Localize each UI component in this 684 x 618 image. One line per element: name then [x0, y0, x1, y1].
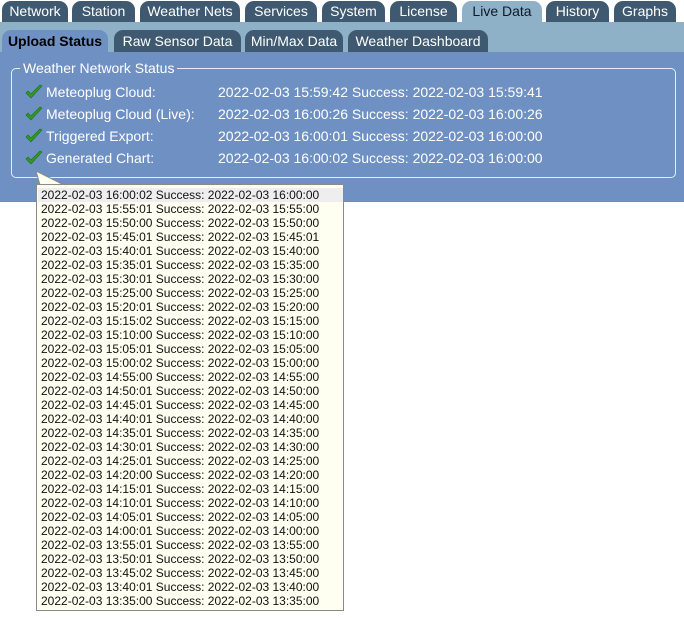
history-entry: 2022-02-03 13:45:02 Success: 2022-02-03 … — [41, 566, 320, 580]
check-icon — [25, 128, 43, 143]
tab-network[interactable]: Network — [2, 1, 68, 22]
status-row-value: 2022-02-03 16:00:01 Success: 2022-02-03 … — [218, 128, 543, 144]
subtab-weather-dashboard[interactable]: Weather Dashboard — [348, 30, 488, 52]
history-entry: 2022-02-03 14:00:01 Success: 2022-02-03 … — [41, 524, 320, 538]
status-row-name[interactable]: Meteoplug Cloud: — [46, 81, 156, 103]
subtab-min-max-data[interactable]: Min/Max Data — [245, 30, 343, 52]
history-entry: 2022-02-03 15:40:01 Success: 2022-02-03 … — [41, 244, 320, 258]
check-icon — [25, 84, 43, 99]
history-entry: 2022-02-03 15:00:02 Success: 2022-02-03 … — [41, 356, 320, 370]
history-entry: 2022-02-03 14:45:01 Success: 2022-02-03 … — [41, 398, 320, 412]
history-entry: 2022-02-03 15:35:01 Success: 2022-02-03 … — [41, 258, 320, 272]
history-entry: 2022-02-03 13:35:00 Success: 2022-02-03 … — [41, 594, 320, 608]
history-entry: 2022-02-03 15:10:00 Success: 2022-02-03 … — [41, 328, 320, 342]
tab-station[interactable]: Station — [72, 1, 135, 22]
history-entry: 2022-02-03 13:50:01 Success: 2022-02-03 … — [41, 552, 320, 566]
subtab-bar: Upload Status Raw Sensor Data Min/Max Da… — [0, 22, 684, 52]
tab-system[interactable]: System — [322, 1, 385, 22]
history-entry: 2022-02-03 15:05:01 Success: 2022-02-03 … — [41, 342, 320, 356]
history-entry: 2022-02-03 14:10:01 Success: 2022-02-03 … — [41, 496, 320, 510]
status-row-name[interactable]: Meteoplug Cloud (Live): — [46, 103, 195, 125]
history-entry: 2022-02-03 14:35:01 Success: 2022-02-03 … — [41, 426, 320, 440]
check-icon — [25, 106, 43, 121]
tab-history[interactable]: History — [546, 1, 609, 22]
status-row: Triggered Export: 2022-02-03 16:00:01 Su… — [25, 125, 665, 147]
status-row: Meteoplug Cloud (Live): 2022-02-03 16:00… — [25, 103, 665, 125]
history-entry: 2022-02-03 15:15:02 Success: 2022-02-03 … — [41, 314, 320, 328]
tab-live-data[interactable]: Live Data — [462, 1, 542, 22]
history-entry: 2022-02-03 15:25:00 Success: 2022-02-03 … — [41, 286, 320, 300]
upload-history-popup: 2022-02-03 16:00:02 Success: 2022-02-03 … — [36, 184, 344, 611]
history-entry: 2022-02-03 14:05:01 Success: 2022-02-03 … — [41, 510, 320, 524]
tab-services[interactable]: Services — [245, 1, 317, 22]
status-row: Generated Chart: 2022-02-03 16:00:02 Suc… — [25, 147, 665, 169]
status-row-name[interactable]: Generated Chart: — [46, 147, 154, 169]
group-legend: Weather Network Status — [20, 60, 178, 76]
history-entry: 2022-02-03 14:50:01 Success: 2022-02-03 … — [41, 384, 320, 398]
status-row-value: 2022-02-03 16:00:26 Success: 2022-02-03 … — [218, 106, 543, 122]
tab-weather-nets[interactable]: Weather Nets — [140, 1, 240, 22]
subtab-raw-sensor-data[interactable]: Raw Sensor Data — [114, 30, 241, 52]
history-entry: 2022-02-03 14:25:01 Success: 2022-02-03 … — [41, 454, 320, 468]
tab-graphs[interactable]: Graphs — [614, 1, 676, 22]
history-entry: 2022-02-03 15:20:01 Success: 2022-02-03 … — [41, 300, 320, 314]
history-entry: 2022-02-03 13:40:01 Success: 2022-02-03 … — [41, 580, 320, 594]
history-entry: 2022-02-03 14:20:00 Success: 2022-02-03 … — [41, 468, 320, 482]
status-row-value: 2022-02-03 16:00:02 Success: 2022-02-03 … — [218, 150, 543, 166]
history-entry: 2022-02-03 16:00:02 Success: 2022-02-03 … — [38, 188, 343, 202]
history-entry: 2022-02-03 14:55:00 Success: 2022-02-03 … — [41, 370, 320, 384]
upload-status-panel: Weather Network Status Meteoplug Cloud: … — [0, 52, 684, 202]
history-entry: 2022-02-03 14:30:01 Success: 2022-02-03 … — [41, 440, 320, 454]
history-entry: 2022-02-03 15:50:00 Success: 2022-02-03 … — [41, 216, 320, 230]
subtab-upload-status[interactable]: Upload Status — [2, 30, 108, 52]
check-icon — [25, 150, 43, 165]
history-entry: 2022-02-03 13:55:01 Success: 2022-02-03 … — [41, 538, 320, 552]
history-entry: 2022-02-03 15:45:01 Success: 2022-02-03 … — [41, 230, 320, 244]
status-row-name[interactable]: Triggered Export: — [46, 125, 154, 147]
weather-network-status-group: Weather Network Status Meteoplug Cloud: … — [11, 60, 676, 178]
history-entry: 2022-02-03 15:30:01 Success: 2022-02-03 … — [41, 272, 320, 286]
status-row-value: 2022-02-03 15:59:42 Success: 2022-02-03 … — [218, 84, 543, 100]
status-row: Meteoplug Cloud: 2022-02-03 15:59:42 Suc… — [25, 81, 665, 103]
history-entry: 2022-02-03 14:15:01 Success: 2022-02-03 … — [41, 482, 320, 496]
history-entry: 2022-02-03 15:55:01 Success: 2022-02-03 … — [41, 202, 320, 216]
tab-license[interactable]: License — [390, 1, 457, 22]
main-tab-bar: Network Station Weather Nets Services Sy… — [0, 0, 684, 22]
history-entry: 2022-02-03 14:40:01 Success: 2022-02-03 … — [41, 412, 320, 426]
